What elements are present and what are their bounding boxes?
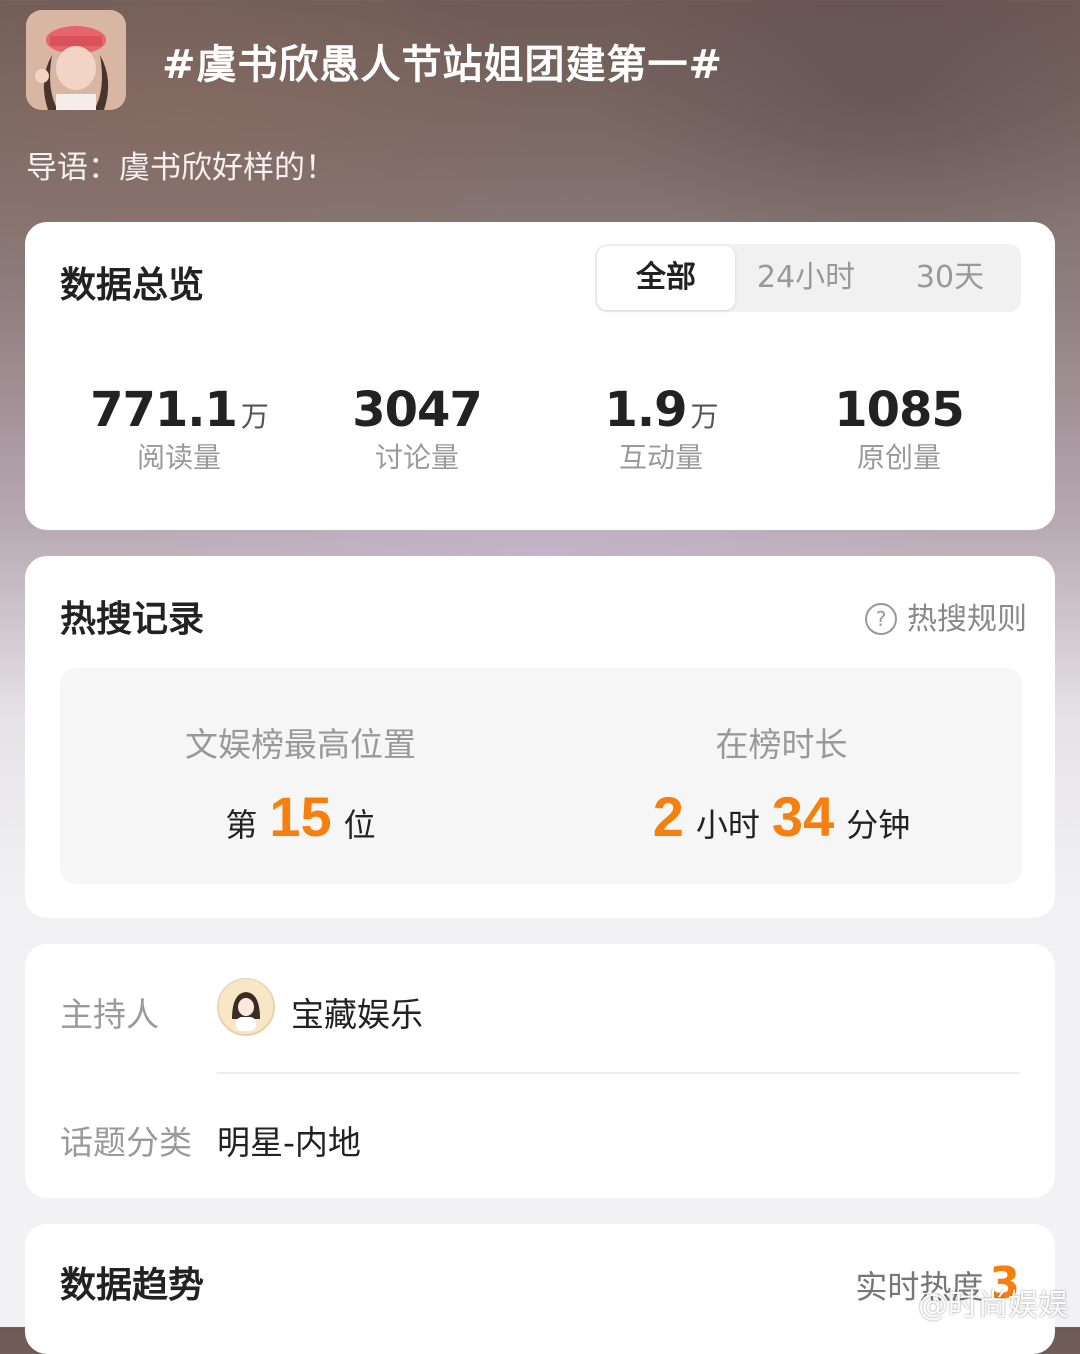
data-trend-card: 数据趋势 实时热度 3: [25, 1224, 1055, 1354]
stat-discussions: 3047 讨论量: [297, 382, 537, 476]
highest-position-prefix: 第: [225, 806, 258, 844]
stat-interactions-label: 互动量: [618, 441, 703, 474]
duration-minutes-value: 34: [771, 785, 835, 848]
time-range-tabs: 全部 24小时 30天: [595, 244, 1021, 312]
stat-reads: 771.1 万 阅读量: [59, 382, 299, 476]
stat-interactions-unit: 万: [690, 400, 719, 433]
info-divider: [217, 1072, 1020, 1074]
watermark: @时尚娱娱: [918, 1288, 1068, 1323]
host-avatar[interactable]: [217, 978, 275, 1036]
host-label: 主持人: [60, 995, 159, 1034]
tab-30d[interactable]: 30天: [885, 244, 1015, 312]
tab-all[interactable]: 全部: [597, 246, 735, 310]
topic-title: #虞书欣愚人节站姐团建第一#: [162, 42, 724, 88]
category-value: 明星-内地: [217, 1123, 361, 1162]
topic-header: #虞书欣愚人节站姐团建第一#: [26, 10, 1056, 110]
highest-position-value: 15: [269, 785, 332, 848]
on-list-duration: 在榜时长 2 小时 34 分钟: [541, 668, 1022, 884]
overview-title: 数据总览: [60, 265, 205, 306]
hot-search-rules-link[interactable]: ? 热搜规则: [865, 594, 1027, 638]
stat-reads-value: 771.1: [90, 382, 238, 438]
host-name[interactable]: 宝藏娱乐: [291, 988, 423, 1036]
tab-24h[interactable]: 24小时: [741, 244, 871, 312]
on-list-duration-label: 在榜时长: [715, 725, 848, 764]
stat-reads-label: 阅读量: [136, 441, 221, 474]
stat-interactions-value: 1.9: [604, 382, 687, 438]
topic-intro: 导语：虞书欣好样的！: [26, 150, 336, 186]
stat-interactions: 1.9 万 互动量: [541, 382, 781, 476]
stat-discussions-label: 讨论量: [374, 441, 459, 474]
host-avatar-icon: [219, 980, 273, 1034]
highest-position-label: 文娱榜最高位置: [185, 725, 416, 764]
stat-originals: 1085 原创量: [779, 382, 1019, 476]
hot-search-rules-label: 热搜规则: [907, 602, 1027, 637]
duration-hours-unit: 小时: [695, 806, 760, 844]
highest-position: 文娱榜最高位置 第 15 位: [60, 668, 541, 884]
stat-reads-unit: 万: [240, 400, 269, 433]
hot-search-stats: 文娱榜最高位置 第 15 位 在榜时长 2 小时 34 分钟: [60, 668, 1022, 884]
duration-minutes-unit: 分钟: [846, 806, 911, 844]
question-circle-icon: ?: [865, 603, 897, 635]
hot-search-card: 热搜记录 ? 热搜规则 文娱榜最高位置 第 15 位 在榜时长 2 小时 34 分钟: [25, 556, 1055, 918]
category-label: 话题分类: [60, 1123, 192, 1162]
hot-search-title: 热搜记录: [60, 599, 205, 640]
topic-avatar[interactable]: [26, 10, 126, 110]
highest-position-suffix: 位: [343, 806, 376, 844]
topic-info-card: 主持人 宝藏娱乐 话题分类 明星-内地: [25, 944, 1055, 1198]
duration-hours-value: 2: [652, 785, 684, 848]
stat-discussions-value: 3047: [352, 382, 483, 438]
overview-card: 数据总览 全部 24小时 30天 771.1 万 阅读量 3047 讨论量 1.9…: [25, 222, 1055, 530]
stat-originals-label: 原创量: [856, 441, 941, 474]
avatar-photo-icon: [26, 10, 126, 110]
stat-originals-value: 1085: [834, 382, 965, 438]
data-trend-title: 数据趋势: [60, 1265, 205, 1306]
